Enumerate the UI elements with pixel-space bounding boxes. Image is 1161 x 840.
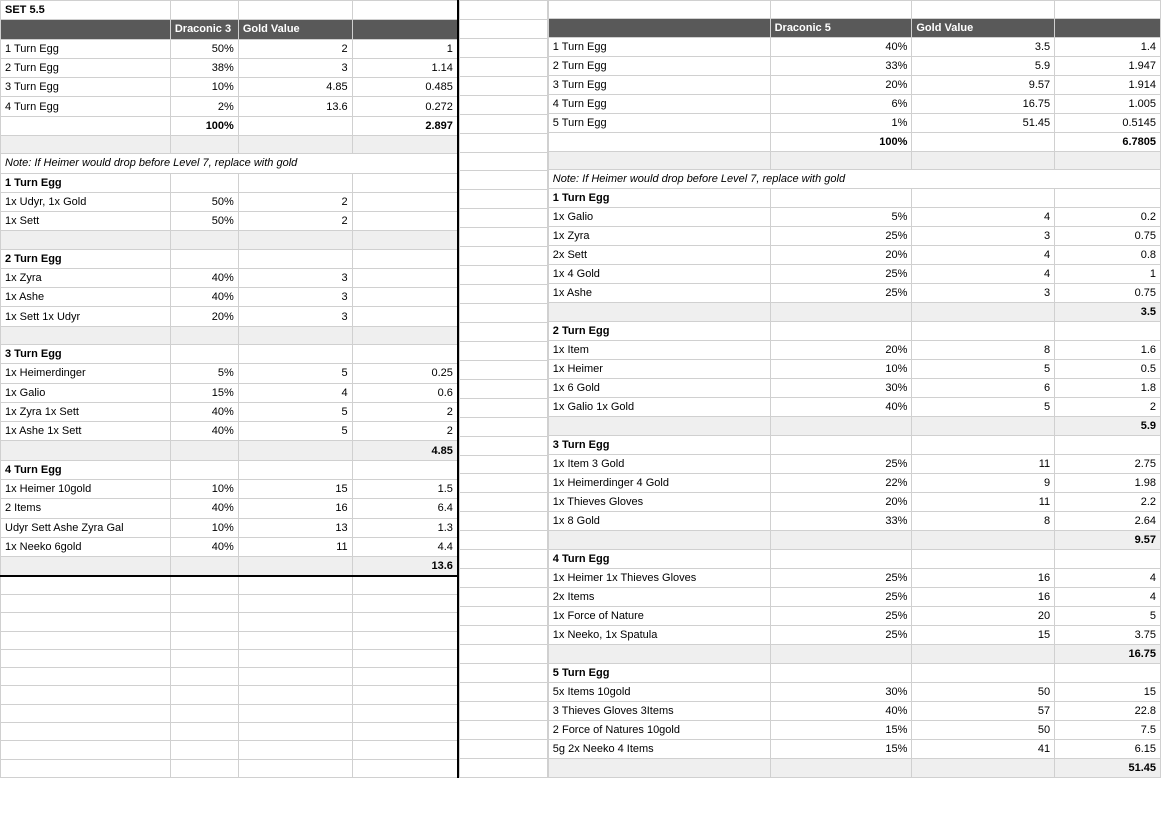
data-row[interactable]: 1x Zyra — [548, 227, 770, 246]
data-row[interactable]: 1x Galio — [548, 208, 770, 227]
section-title[interactable]: 2 Turn Egg — [548, 322, 770, 341]
sheet-title[interactable]: SET 5.5 — [1, 1, 171, 20]
note[interactable]: Note: If Heimer would drop before Level … — [548, 170, 1160, 189]
section-total[interactable]: 9.57 — [1055, 531, 1161, 550]
section-title[interactable]: 4 Turn Egg — [548, 550, 770, 569]
summary-total-pct[interactable]: 100% — [770, 133, 912, 152]
summary-row[interactable]: 1 Turn Egg — [1, 39, 171, 58]
data-row[interactable]: 1x Heimer 1x Thieves Gloves — [548, 569, 770, 588]
data-row[interactable]: 5x Items 10gold — [548, 683, 770, 702]
section-title[interactable]: 3 Turn Egg — [548, 436, 770, 455]
data-row[interactable]: 1x Neeko 6gold — [1, 537, 171, 556]
data-row[interactable]: 1x 6 Gold — [548, 379, 770, 398]
col-gold-value[interactable]: Gold Value — [912, 19, 1055, 38]
data-row[interactable]: 3 Thieves Gloves 3Items — [548, 702, 770, 721]
section-title[interactable]: 3 Turn Egg — [1, 345, 171, 364]
summary-row[interactable]: 3 Turn Egg — [548, 76, 770, 95]
summary-row[interactable]: 4 Turn Egg — [1, 97, 171, 116]
section-title[interactable]: 1 Turn Egg — [1, 173, 171, 192]
data-row[interactable]: 1x Ashe 1x Sett — [1, 422, 171, 441]
data-row[interactable]: 1x Heimerdinger — [1, 364, 171, 383]
section-total[interactable]: 13.6 — [352, 557, 458, 577]
data-row[interactable]: 2 Items — [1, 499, 171, 518]
summary-row[interactable]: 5 Turn Egg — [548, 114, 770, 133]
data-row[interactable]: 1x Thieves Gloves — [548, 493, 770, 512]
data-row[interactable]: 1x Force of Nature — [548, 607, 770, 626]
data-row[interactable]: 1x Zyra — [1, 268, 171, 287]
summary-total-val[interactable]: 6.7805 — [1055, 133, 1161, 152]
summary-row[interactable]: 3 Turn Egg — [1, 78, 171, 97]
section-total[interactable]: 3.5 — [1055, 303, 1161, 322]
data-row[interactable]: 2x Items — [548, 588, 770, 607]
col-trait[interactable]: Draconic 5 — [770, 19, 912, 38]
data-row[interactable]: 1x 4 Gold — [548, 265, 770, 284]
section-total[interactable]: 4.85 — [352, 441, 458, 460]
summary-row[interactable]: 4 Turn Egg — [548, 95, 770, 114]
data-row[interactable]: 1x Item 3 Gold — [548, 455, 770, 474]
data-row[interactable]: 1x Heimer — [548, 360, 770, 379]
data-row[interactable]: 1x Zyra 1x Sett — [1, 402, 171, 421]
data-row[interactable]: 1x Ashe — [548, 284, 770, 303]
data-row[interactable]: 1x Heimerdinger 4 Gold — [548, 474, 770, 493]
section-title[interactable]: 1 Turn Egg — [548, 189, 770, 208]
summary-row[interactable]: 2 Turn Egg — [548, 57, 770, 76]
section-total[interactable]: 51.45 — [1055, 759, 1161, 778]
spreadsheet: SET 5.5Draconic 3Gold Value1 Turn Egg50%… — [0, 0, 1161, 778]
data-row[interactable]: 5g 2x Neeko 4 Items — [548, 740, 770, 759]
data-row[interactable]: 1x Ashe — [1, 288, 171, 307]
left-table[interactable]: SET 5.5Draconic 3Gold Value1 Turn Egg50%… — [0, 0, 459, 778]
data-row[interactable]: 1x Galio 1x Gold — [548, 398, 770, 417]
right-table[interactable]: Draconic 5Gold Value1 Turn Egg40%3.51.42… — [548, 0, 1161, 778]
section-title[interactable]: 2 Turn Egg — [1, 249, 171, 268]
summary-row[interactable]: 1 Turn Egg — [548, 38, 770, 57]
col-trait[interactable]: Draconic 3 — [170, 20, 238, 39]
data-row[interactable]: 1x Heimer 10gold — [1, 479, 171, 498]
data-row[interactable]: 1x Galio — [1, 383, 171, 402]
col-gold-value[interactable]: Gold Value — [238, 20, 352, 39]
summary-total-val[interactable]: 2.897 — [352, 116, 458, 135]
data-row[interactable]: 1x Neeko, 1x Spatula — [548, 626, 770, 645]
section-title[interactable]: 5 Turn Egg — [548, 664, 770, 683]
gap-column — [459, 0, 548, 778]
summary-row[interactable]: 2 Turn Egg — [1, 58, 171, 77]
data-row[interactable]: Udyr Sett Ashe Zyra Gal — [1, 518, 171, 537]
data-row[interactable]: 1x Sett — [1, 212, 171, 231]
data-row[interactable]: 1x Item — [548, 341, 770, 360]
summary-total-pct[interactable]: 100% — [170, 116, 238, 135]
section-total[interactable]: 16.75 — [1055, 645, 1161, 664]
data-row[interactable]: 1x Sett 1x Udyr — [1, 307, 171, 326]
note[interactable]: Note: If Heimer would drop before Level … — [1, 154, 458, 173]
data-row[interactable]: 2x Sett — [548, 246, 770, 265]
section-title[interactable]: 4 Turn Egg — [1, 460, 171, 479]
data-row[interactable]: 1x Udyr, 1x Gold — [1, 192, 171, 211]
data-row[interactable]: 2 Force of Natures 10gold — [548, 721, 770, 740]
section-total[interactable]: 5.9 — [1055, 417, 1161, 436]
data-row[interactable]: 1x 8 Gold — [548, 512, 770, 531]
